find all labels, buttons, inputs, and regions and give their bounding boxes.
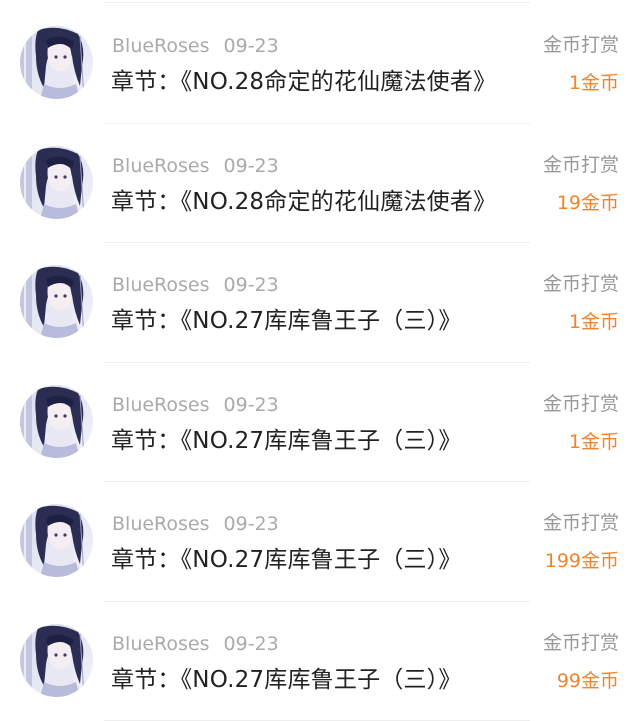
reward-date: 09-23 bbox=[224, 633, 279, 655]
reward-date: 09-23 bbox=[224, 513, 279, 535]
user-avatar[interactable] bbox=[20, 26, 93, 99]
chapter-prefix: 章节： bbox=[111, 69, 181, 95]
chapter-name: 《NO.27库库鲁王子（三）》 bbox=[181, 667, 462, 693]
username[interactable]: BlueRoses bbox=[112, 274, 210, 296]
reward-row[interactable]: BlueRoses 09-23 章节：《NO.27库库鲁王子（三）》 金币打赏 9… bbox=[0, 602, 640, 721]
reward-row[interactable]: BlueRoses 09-23 章节：《NO.27库库鲁王子（三）》 金币打赏 1… bbox=[0, 243, 640, 363]
chapter-prefix: 章节： bbox=[111, 308, 181, 334]
username[interactable]: BlueRoses bbox=[112, 155, 210, 177]
chapter-title[interactable]: 章节：《NO.27库库鲁王子（三）》 bbox=[111, 305, 462, 337]
reward-meta: BlueRoses 09-23 bbox=[112, 34, 279, 58]
chapter-title[interactable]: 章节：《NO.27库库鲁王子（三）》 bbox=[111, 664, 462, 696]
user-avatar[interactable] bbox=[20, 385, 93, 458]
reward-row[interactable]: BlueRoses09-23 章节：《NO.28命定的花仙魔法使者》 金币打赏 … bbox=[0, 4, 640, 124]
reward-amount: 199金币 bbox=[545, 548, 619, 574]
username[interactable]: BlueRoses bbox=[112, 513, 210, 535]
reward-row[interactable]: BlueRoses09-23 章节：《NO.28命定的花仙魔法使者》 金币打赏 … bbox=[0, 124, 640, 244]
reward-meta: BlueRoses 09-23 bbox=[112, 273, 279, 297]
username[interactable]: BlueRoses bbox=[112, 633, 210, 655]
reward-type: 金币打赏 bbox=[543, 271, 619, 297]
reward-meta: BlueRoses 09-23 bbox=[112, 154, 279, 178]
chapter-title[interactable]: 章节：《NO.27库库鲁王子（三）》 bbox=[111, 425, 462, 457]
avatar-image bbox=[20, 26, 93, 99]
chapter-prefix: 章节： bbox=[111, 428, 181, 454]
reward-type: 金币打赏 bbox=[543, 510, 619, 536]
reward-meta: BlueRoses 09-23 bbox=[112, 512, 279, 536]
chapter-prefix: 章节： bbox=[111, 547, 181, 573]
chapter-title[interactable]: 章节：《NO.27库库鲁王子（三）》 bbox=[111, 544, 462, 576]
reward-meta: BlueRoses 09-23 bbox=[112, 393, 279, 417]
chapter-name: 《NO.27库库鲁王子（三）》 bbox=[181, 428, 462, 454]
reward-type: 金币打赏 bbox=[543, 630, 619, 656]
chapter-name: 《NO.28命定的花仙魔法使者》 bbox=[181, 69, 497, 95]
reward-amount: 1金币 bbox=[569, 429, 619, 455]
chapter-name: 《NO.27库库鲁王子（三）》 bbox=[181, 308, 462, 334]
chapter-title[interactable]: 章节：《NO.28命定的花仙魔法使者》 bbox=[111, 66, 496, 98]
chapter-prefix: 章节： bbox=[111, 189, 181, 215]
user-avatar[interactable] bbox=[20, 504, 93, 577]
reward-type: 金币打赏 bbox=[543, 391, 619, 417]
reward-date: 09-23 bbox=[224, 35, 279, 57]
avatar-image bbox=[20, 146, 93, 219]
top-divider bbox=[104, 2, 530, 3]
avatar-image bbox=[20, 504, 93, 577]
reward-amount: 99金币 bbox=[557, 668, 619, 694]
reward-date: 09-23 bbox=[224, 274, 279, 296]
username[interactable]: BlueRoses bbox=[112, 35, 210, 57]
chapter-title[interactable]: 章节：《NO.28命定的花仙魔法使者》 bbox=[111, 186, 496, 218]
username[interactable]: BlueRoses bbox=[112, 394, 210, 416]
reward-list: BlueRoses09-23 章节：《NO.28命定的花仙魔法使者》 金币打赏 … bbox=[0, 4, 640, 721]
reward-row[interactable]: BlueRoses 09-23 章节：《NO.27库库鲁王子（三）》 金币打赏 1… bbox=[0, 482, 640, 602]
reward-row[interactable]: BlueRoses 09-23 章节：《NO.27库库鲁王子（三）》 金币打赏 1… bbox=[0, 363, 640, 483]
reward-type: 金币打赏 bbox=[543, 152, 619, 178]
reward-amount: 1金币 bbox=[569, 70, 619, 96]
avatar-image bbox=[20, 265, 93, 338]
reward-meta: BlueRoses 09-23 bbox=[112, 632, 279, 656]
user-avatar[interactable] bbox=[20, 624, 93, 697]
reward-amount: 1金币 bbox=[569, 309, 619, 335]
avatar-image bbox=[20, 624, 93, 697]
user-avatar[interactable] bbox=[20, 265, 93, 338]
chapter-prefix: 章节： bbox=[111, 667, 181, 693]
chapter-name: 《NO.27库库鲁王子（三）》 bbox=[181, 547, 462, 573]
reward-date: 09-23 bbox=[224, 394, 279, 416]
reward-amount: 19金币 bbox=[557, 190, 619, 216]
reward-date: 09-23 bbox=[224, 155, 279, 177]
avatar-image bbox=[20, 385, 93, 458]
reward-type: 金币打赏 bbox=[543, 32, 619, 58]
chapter-name: 《NO.28命定的花仙魔法使者》 bbox=[181, 189, 497, 215]
user-avatar[interactable] bbox=[20, 146, 93, 219]
